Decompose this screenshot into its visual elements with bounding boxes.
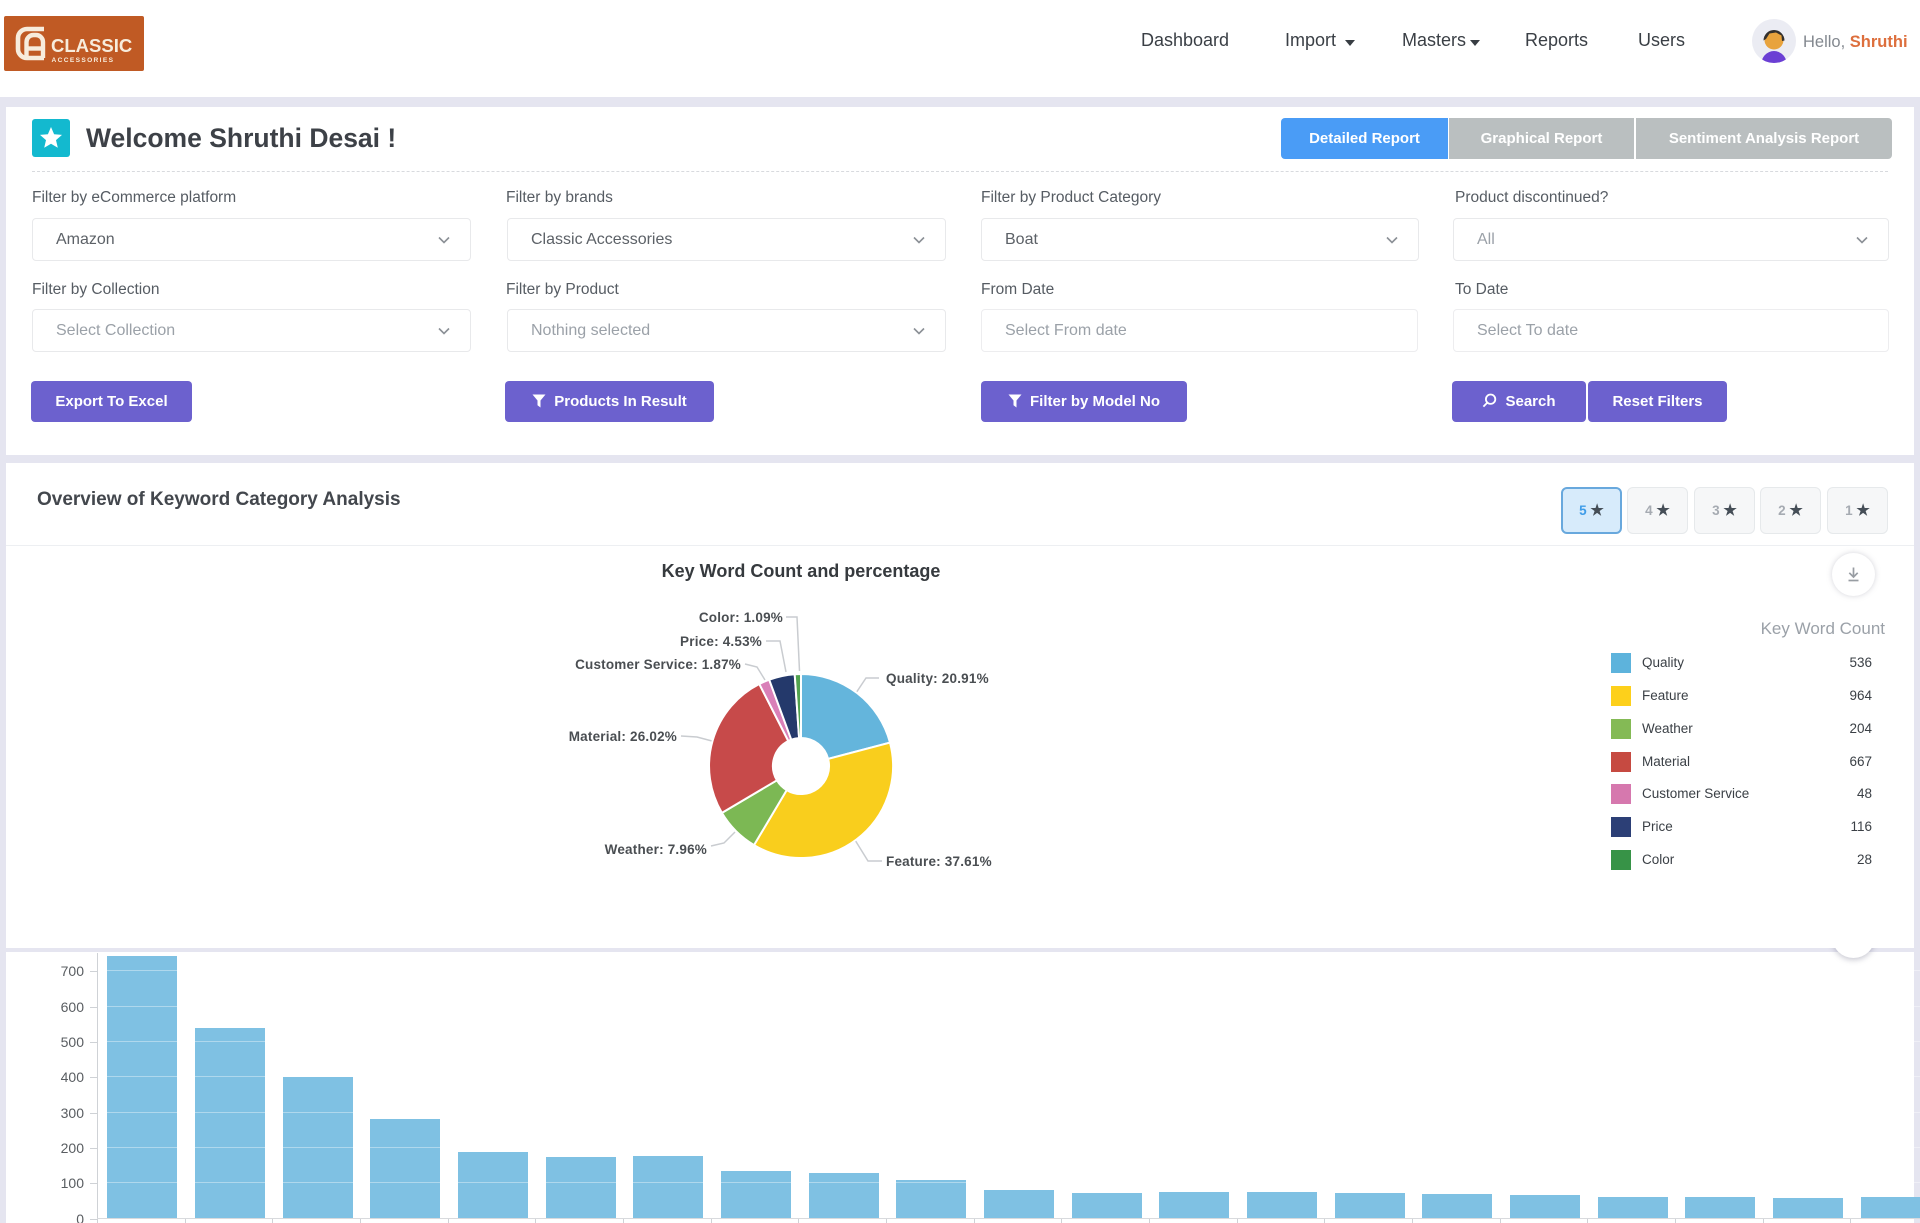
svg-text:CLASSIC: CLASSIC (51, 35, 132, 56)
svg-text:ACCESSORIES: ACCESSORIES (52, 57, 115, 64)
